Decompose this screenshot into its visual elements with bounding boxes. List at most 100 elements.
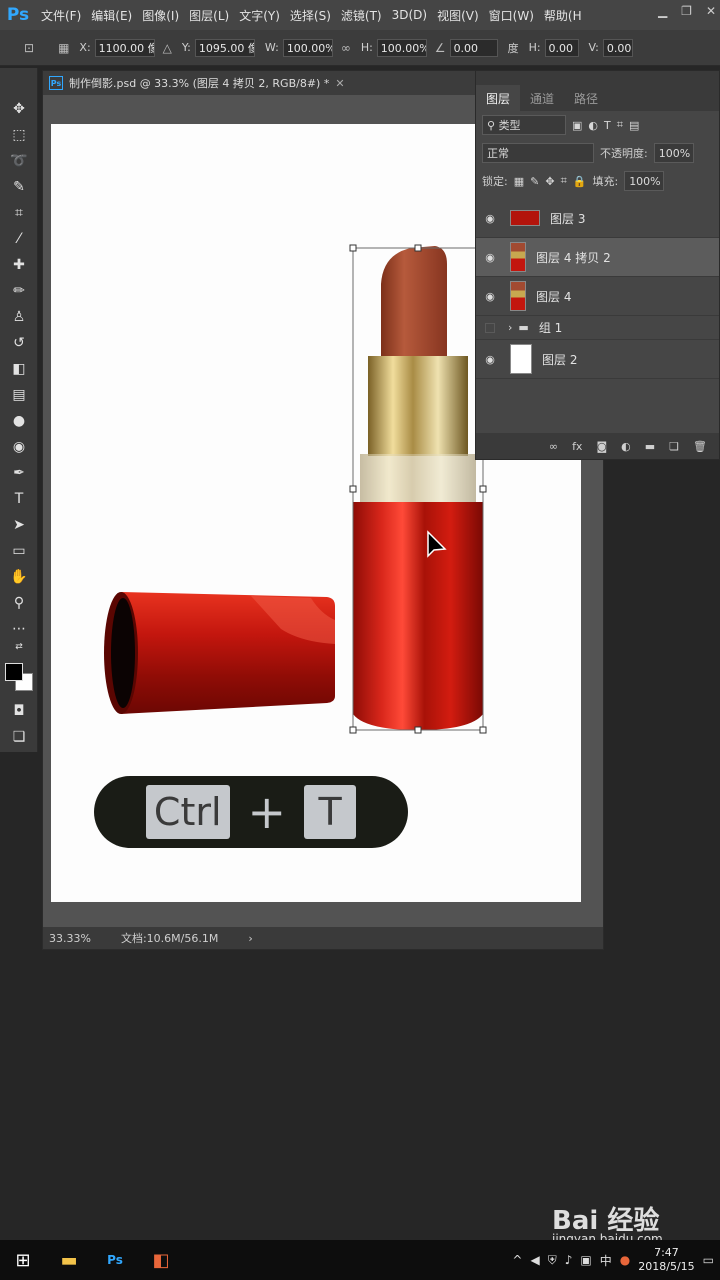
- filter-kind-select[interactable]: ⚲ 类型: [482, 115, 566, 135]
- link-layers-icon[interactable]: ∞: [549, 440, 558, 453]
- reference-point-icon[interactable]: ⊡: [24, 41, 34, 55]
- screen-mode-icon[interactable]: ❏: [6, 726, 32, 748]
- minimize-icon[interactable]: ▁: [658, 4, 667, 18]
- gradient-tool-icon[interactable]: ▤: [6, 384, 32, 406]
- lock-pixels-icon[interactable]: ✎: [530, 175, 539, 188]
- eraser-tool-icon[interactable]: ◧: [6, 358, 32, 380]
- hand-tool-icon[interactable]: ✋: [6, 566, 32, 588]
- menu-image[interactable]: 图像(I): [137, 7, 184, 24]
- tab-layers[interactable]: 图层: [476, 85, 521, 111]
- x-field[interactable]: 1100.00 像: [94, 38, 155, 57]
- menu-window[interactable]: 窗口(W): [484, 7, 539, 24]
- restore-icon[interactable]: ❐: [681, 4, 692, 18]
- w-field[interactable]: 100.00%: [282, 38, 333, 57]
- fill-field[interactable]: 100%: [624, 171, 665, 191]
- path-select-tool-icon[interactable]: ➤: [6, 514, 32, 536]
- menu-3d[interactable]: 3D(D): [387, 8, 432, 22]
- h-field[interactable]: 100.00%: [376, 38, 427, 57]
- tab-channels[interactable]: 通道: [520, 90, 564, 107]
- menu-file[interactable]: 文件(F): [36, 7, 86, 24]
- quick-mask-icon[interactable]: ◘: [6, 700, 32, 722]
- layer-row[interactable]: ◉ 图层 2: [476, 340, 719, 379]
- menu-edit[interactable]: 编辑(E): [86, 7, 137, 24]
- swap-colors-icon[interactable]: ⇄: [6, 640, 32, 654]
- blur-tool-icon[interactable]: ●: [6, 410, 32, 432]
- y-field[interactable]: 1095.00 像: [194, 38, 255, 57]
- photoshop-task-icon[interactable]: Ps: [92, 1240, 138, 1280]
- lock-transparent-icon[interactable]: ▦: [514, 175, 524, 188]
- document-tab[interactable]: Ps 制作倒影.psd @ 33.3% (图层 4 拷贝 2, RGB/8#) …: [43, 71, 475, 95]
- volume-icon[interactable]: ♪: [565, 1253, 573, 1267]
- speaker-alert-icon[interactable]: ◀: [530, 1253, 539, 1267]
- quick-select-tool-icon[interactable]: ✎: [6, 176, 32, 198]
- lasso-tool-icon[interactable]: ➰: [6, 150, 32, 172]
- new-layer-icon[interactable]: ❏: [669, 440, 679, 453]
- shield-icon[interactable]: ⛨: [548, 1253, 557, 1268]
- notification-icon[interactable]: ▭: [703, 1253, 714, 1267]
- chevron-right-icon[interactable]: ›: [248, 932, 252, 945]
- opacity-field[interactable]: 100%: [653, 143, 694, 163]
- link-icon[interactable]: ∞: [341, 41, 351, 55]
- type-tool-icon[interactable]: T: [6, 488, 32, 510]
- marquee-tool-icon[interactable]: ⬚: [6, 124, 32, 146]
- chevron-right-icon[interactable]: ›: [508, 321, 512, 334]
- ime-indicator[interactable]: 中: [600, 1252, 612, 1269]
- zoom-tool-icon[interactable]: ⚲: [6, 592, 32, 614]
- filter-smart-icon[interactable]: ▤: [629, 119, 639, 132]
- blend-mode-select[interactable]: 正常: [482, 143, 594, 163]
- trash-icon[interactable]: 🗑: [693, 440, 707, 453]
- layer-row[interactable]: ◉ 图层 3: [476, 199, 719, 238]
- lock-position-icon[interactable]: ✥: [545, 175, 554, 188]
- windows-start-icon[interactable]: ⊞: [0, 1240, 46, 1280]
- filter-adjust-icon[interactable]: ◐: [588, 119, 598, 132]
- new-group-icon[interactable]: ▬: [645, 440, 655, 453]
- filter-type-icon[interactable]: T: [604, 119, 611, 132]
- adjustment-layer-icon[interactable]: ◐: [621, 440, 631, 453]
- menu-layer[interactable]: 图层(L): [184, 7, 234, 24]
- layer-row[interactable]: ◉ 图层 4: [476, 277, 719, 316]
- vskew-field[interactable]: 0.00: [602, 38, 633, 57]
- visibility-off-box[interactable]: [485, 322, 495, 333]
- move-tool-icon[interactable]: ✥: [6, 98, 32, 120]
- foreground-color-swatch[interactable]: [5, 663, 23, 681]
- reference-grid-icon[interactable]: ▦: [58, 41, 69, 55]
- rectangle-tool-icon[interactable]: ▭: [6, 540, 32, 562]
- brush-tool-icon[interactable]: ✏: [6, 280, 32, 302]
- eye-icon[interactable]: ◉: [482, 290, 498, 303]
- add-mask-icon[interactable]: ◙: [596, 440, 607, 453]
- eye-icon[interactable]: ◉: [482, 212, 498, 225]
- healing-tool-icon[interactable]: ✚: [6, 254, 32, 276]
- file-explorer-icon[interactable]: ▬: [46, 1240, 92, 1280]
- zoom-level[interactable]: 33.33%: [49, 932, 91, 945]
- layer-row[interactable]: ◉ 图层 4 拷贝 2: [476, 238, 719, 277]
- fx-icon[interactable]: fx: [572, 440, 582, 453]
- lock-all-icon[interactable]: 🔒: [573, 175, 587, 188]
- eye-icon[interactable]: ◉: [482, 251, 498, 264]
- layer-group-row[interactable]: › ▬ 组 1: [476, 316, 719, 340]
- lock-artboard-icon[interactable]: ⌗: [561, 174, 567, 188]
- clock[interactable]: 7:47 2018/5/15: [638, 1246, 694, 1274]
- angle-field[interactable]: 0.00: [449, 38, 498, 57]
- hskew-field[interactable]: 0.00: [544, 38, 579, 57]
- menu-select[interactable]: 选择(S): [285, 7, 336, 24]
- app-tray-icon[interactable]: ●: [620, 1253, 630, 1267]
- filter-shape-icon[interactable]: ⌗: [617, 118, 623, 132]
- delta-icon[interactable]: △: [163, 41, 172, 55]
- history-brush-tool-icon[interactable]: ↺: [6, 332, 32, 354]
- menu-filter[interactable]: 滤镜(T): [336, 7, 387, 24]
- stamp-tool-icon[interactable]: ♙: [6, 306, 32, 328]
- eyedropper-tool-icon[interactable]: ⁄: [6, 228, 32, 250]
- filter-pixel-icon[interactable]: ▣: [572, 119, 582, 132]
- menu-type[interactable]: 文字(Y): [234, 7, 285, 24]
- dodge-tool-icon[interactable]: ◉: [6, 436, 32, 458]
- pen-tool-icon[interactable]: ✒: [6, 462, 32, 484]
- more-tools-icon[interactable]: ⋯: [6, 618, 32, 640]
- eye-icon[interactable]: ◉: [482, 353, 498, 366]
- slides-app-icon[interactable]: ◧: [138, 1240, 184, 1280]
- close-tab-icon[interactable]: ✕: [335, 77, 344, 90]
- crop-tool-icon[interactable]: ⌗: [6, 202, 32, 224]
- menu-view[interactable]: 视图(V): [432, 7, 484, 24]
- tab-paths[interactable]: 路径: [564, 90, 608, 107]
- close-icon[interactable]: ✕: [706, 4, 716, 18]
- chevron-up-icon[interactable]: ^: [512, 1253, 522, 1267]
